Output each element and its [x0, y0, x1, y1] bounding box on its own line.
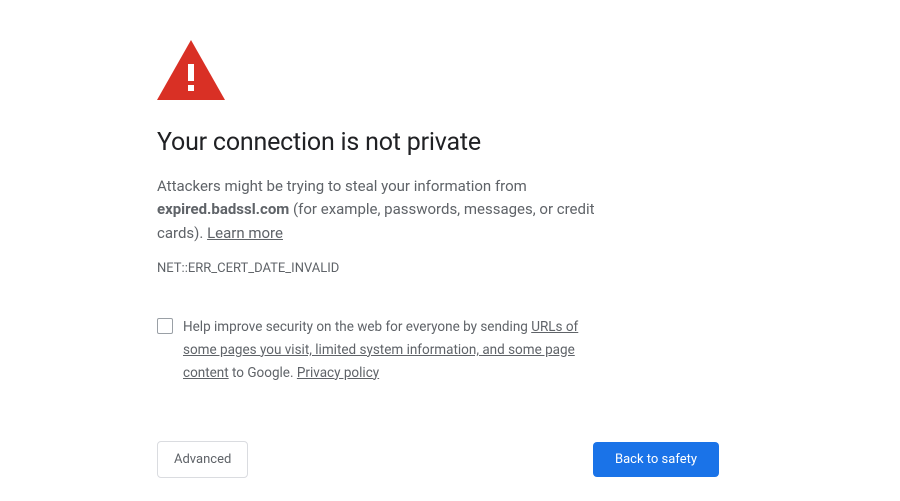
warning-description: Attackers might be trying to steal your …: [157, 175, 610, 245]
warning-triangle-icon: [157, 40, 610, 100]
learn-more-link[interactable]: Learn more: [207, 224, 283, 242]
optin-checkbox[interactable]: [157, 318, 173, 334]
optin-row: Help improve security on the web for eve…: [157, 316, 610, 385]
privacy-policy-link[interactable]: Privacy policy: [297, 365, 379, 381]
error-code: NET::ERR_CERT_DATE_INVALID: [157, 261, 610, 276]
description-domain: expired.badssl.com: [157, 200, 289, 218]
advanced-button[interactable]: Advanced: [157, 441, 248, 478]
page-title: Your connection is not private: [157, 128, 610, 157]
optin-prefix: Help improve security on the web for eve…: [183, 319, 531, 335]
optin-text: Help improve security on the web for eve…: [183, 316, 610, 385]
description-prefix: Attackers might be trying to steal your …: [157, 177, 527, 195]
button-row: Advanced Back to safety: [157, 441, 719, 478]
optin-mid: to Google.: [229, 365, 297, 381]
back-to-safety-button[interactable]: Back to safety: [593, 442, 719, 477]
